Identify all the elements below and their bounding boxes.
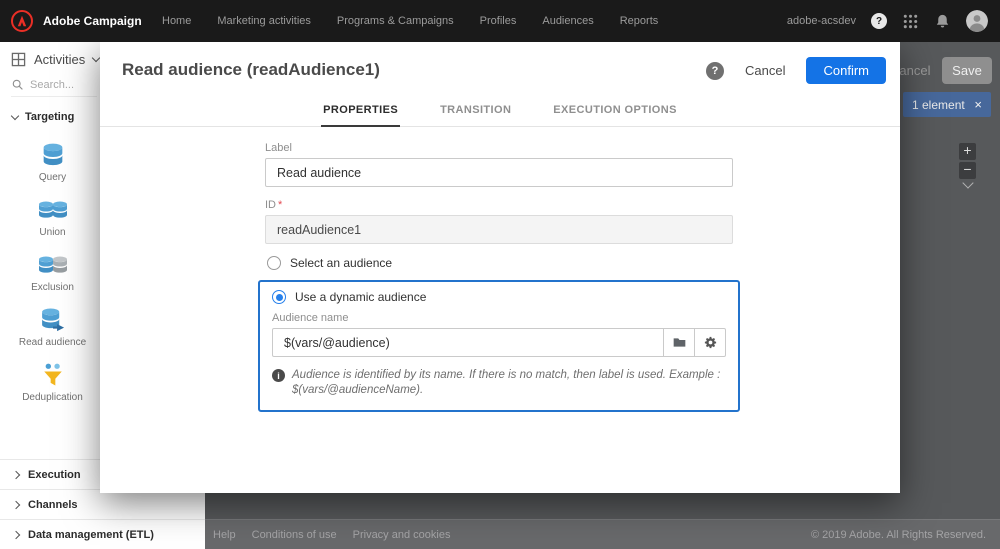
close-icon[interactable]: × [974,97,982,112]
exclusion-databases-icon [38,256,67,273]
browse-folder-button[interactable] [664,328,695,357]
item-label: Deduplication [22,392,83,403]
sidebar-title: Activities [34,51,86,67]
read-audience-database-icon [41,308,64,332]
label-field-group: Label [265,142,733,187]
advanced-settings-button[interactable] [695,328,726,357]
dynamic-audience-box: Use a dynamic audience Audience name $(v… [258,280,740,412]
notifications-bell-icon[interactable] [934,13,951,30]
radio-checked-icon[interactable] [272,290,286,304]
selection-badge: 1 element × [903,92,991,117]
id-label-text: ID [265,199,276,211]
zoom-in-button[interactable]: + [959,143,976,160]
database-icon [39,141,67,169]
label-field-label: Label [265,142,292,154]
radio-unchecked-icon[interactable] [267,256,281,270]
sidebar-item-deduplication[interactable]: Deduplication [0,361,105,403]
help-icon[interactable]: ? [871,13,887,29]
item-label: Exclusion [31,282,74,293]
section-label: Execution [28,468,81,481]
id-field-group: ID * [265,199,733,244]
sidebar-item-exclusion[interactable]: Exclusion [0,251,105,293]
search-input[interactable] [30,78,88,91]
tab-execution-options[interactable]: EXECUTION OPTIONS [551,96,679,126]
confirm-button[interactable]: Confirm [806,57,886,84]
topbar-right: adobe-acsdev ? [787,10,1000,32]
label-input[interactable] [265,158,733,187]
properties-form: Label ID* Select an audience Use a dynam… [258,142,740,412]
sidebar-item-union[interactable]: Union [0,196,105,238]
footer-link-conditions[interactable]: Conditions of use [252,529,337,541]
deduplication-funnel-icon [43,363,62,386]
audience-hint: Audience is identified by its name. If t… [272,368,726,398]
section-data-management[interactable]: Data management (ETL) [0,519,205,549]
audience-name-row [272,328,726,357]
dialog-header: Read audience (readAudience1) ? Cancel C… [100,42,900,92]
item-label: Union [39,227,66,238]
targeting-items: Query Union Exclusion Read audience Dedu… [0,127,105,416]
workflow-save-button[interactable]: Save [942,57,992,84]
nav-profiles[interactable]: Profiles [480,15,517,27]
copyright-text: © 2019 Adobe. All Rights Reserved. [810,528,986,541]
read-audience-dialog: Read audience (readAudience1) ? Cancel C… [100,42,900,493]
item-label: Query [38,172,67,183]
nav-home[interactable]: Home [162,15,191,27]
hint-text: Audience is identified by its name. If t… [292,369,721,396]
selection-count: 1 element [912,97,965,112]
chevron-down-icon [10,111,20,121]
chevron-down-icon[interactable] [961,177,974,189]
union-databases-icon [38,201,67,218]
page-footer: Help Conditions of use Privacy and cooki… [205,519,1000,549]
sidebar-item-query[interactable]: Query [0,141,105,183]
topbar: Adobe Campaign Home Marketing activities… [0,0,1000,42]
section-label: Channels [28,498,78,511]
chevron-right-icon [11,500,21,509]
apps-grid-icon[interactable] [902,13,919,30]
tab-transition[interactable]: TRANSITION [438,96,513,126]
gear-icon [704,336,716,349]
footer-link-privacy[interactable]: Privacy and cookies [353,529,451,541]
footer-link-help[interactable]: Help [213,529,236,541]
info-icon [272,369,285,382]
section-channels[interactable]: Channels [0,489,205,519]
dialog-title: Read audience (readAudience1) [122,60,380,79]
id-input[interactable] [265,215,733,244]
avatar-icon [966,10,988,32]
brand-name: Adobe Campaign [43,14,142,28]
radio-use-dynamic-audience[interactable]: Use a dynamic audience [272,290,726,304]
audience-name-input[interactable] [272,328,664,357]
activities-grid-icon [11,52,26,66]
nav-marketing-activities[interactable]: Marketing activities [217,15,311,27]
chevron-right-icon [11,530,21,539]
brand: Adobe Campaign [0,9,150,33]
sidebar-item-read-audience[interactable]: Read audience [0,306,105,348]
cancel-button[interactable]: Cancel [745,63,785,78]
canvas-zoom-controls: + − [959,143,976,189]
tab-properties[interactable]: PROPERTIES [321,96,401,127]
nav-audiences[interactable]: Audiences [542,15,593,27]
nav-reports[interactable]: Reports [620,15,659,27]
section-label: Data management (ETL) [28,528,154,541]
sidebar-search [11,78,97,97]
radio-label: Select an audience [290,256,393,270]
user-avatar[interactable] [966,10,988,32]
id-field-label: ID * [265,199,733,211]
account-name: adobe-acsdev [786,15,856,27]
dialog-tabs: PROPERTIES TRANSITION EXECUTION OPTIONS [100,96,900,127]
dialog-actions: ? Cancel Confirm [706,57,886,84]
section-label: Targeting [25,111,75,123]
chevron-right-icon [11,470,21,479]
item-label: Read audience [18,337,87,348]
radio-select-an-audience[interactable]: Select an audience [267,256,733,270]
help-icon[interactable]: ? [706,61,725,80]
search-icon [12,79,23,90]
adobe-campaign-logo-icon [11,10,33,32]
top-navigation: Home Marketing activities Programs & Cam… [162,15,658,27]
audience-name-label: Audience name [272,312,349,324]
required-mark: * [278,199,283,211]
radio-label: Use a dynamic audience [295,290,427,304]
folder-icon [673,338,685,347]
nav-programs-campaigns[interactable]: Programs & Campaigns [337,15,454,27]
